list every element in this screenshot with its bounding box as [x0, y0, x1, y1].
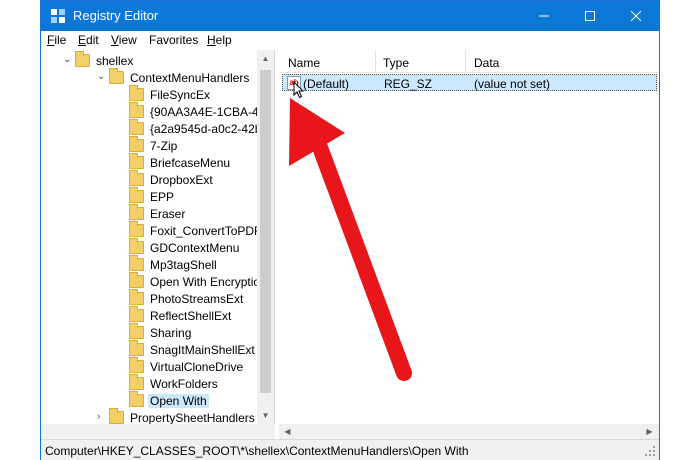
- menu-favorites[interactable]: Favorites: [149, 33, 198, 47]
- header-divider: [279, 72, 659, 73]
- menu-bar: File Edit View Favorites Help: [41, 31, 659, 50]
- tree-item[interactable]: Eraser: [129, 204, 187, 222]
- column-header-name[interactable]: Name: [288, 56, 320, 70]
- window-title: Registry Editor: [73, 8, 159, 23]
- value-data: (value not set): [474, 77, 551, 91]
- folder-icon: [129, 119, 144, 135]
- registry-key-tree: ⌄ shellex ⌄ ContextMenuHandlers FileSync…: [41, 50, 275, 424]
- folder-icon: [129, 289, 144, 305]
- list-horizontal-scrollbar[interactable]: ◀ ▶: [279, 424, 659, 439]
- scroll-left-arrow-icon[interactable]: ◀: [279, 423, 296, 440]
- tree-vertical-scrollbar[interactable]: ▲ ▼: [257, 50, 274, 424]
- tree-item[interactable]: VirtualCloneDrive: [129, 357, 245, 375]
- value-type: REG_SZ: [384, 77, 433, 91]
- scroll-up-arrow-icon[interactable]: ▲: [257, 50, 274, 67]
- collapsed-chevron-icon[interactable]: ›: [97, 412, 107, 422]
- tree-horizontal-scrollbar[interactable]: [41, 424, 275, 439]
- tree-item[interactable]: Mp3tagShell: [129, 255, 219, 273]
- tree-item[interactable]: {90AA3A4E-1CBA-423: [129, 102, 274, 120]
- tree-item[interactable]: WorkFolders: [129, 374, 220, 392]
- folder-icon: [129, 136, 144, 152]
- folder-icon: [129, 153, 144, 169]
- tree-item[interactable]: EPP: [129, 187, 176, 205]
- registry-editor-app-icon: [51, 9, 65, 23]
- folder-icon: [129, 272, 144, 288]
- folder-icon: [129, 170, 144, 186]
- tree-item-shellex[interactable]: ⌄ shellex: [63, 51, 135, 69]
- folder-icon: [129, 357, 144, 373]
- tree-item[interactable]: DropboxExt: [129, 170, 215, 188]
- menu-view[interactable]: View: [111, 33, 137, 47]
- column-header-data[interactable]: Data: [474, 56, 499, 70]
- minimize-icon: [539, 15, 549, 17]
- folder-icon: [109, 408, 124, 424]
- table-row[interactable]: ab (Default) REG_SZ (value not set): [282, 74, 657, 99]
- maximize-icon: [585, 11, 595, 21]
- status-bar: Computer\HKEY_CLASSES_ROOT\*\shellex\Con…: [41, 439, 659, 460]
- values-list: Name Type Data ab (Default) REG_SZ (valu…: [279, 50, 659, 424]
- maximize-button[interactable]: [567, 1, 613, 31]
- column-header-type[interactable]: Type: [383, 56, 409, 70]
- minimize-button[interactable]: [521, 1, 567, 31]
- close-icon: [631, 11, 641, 21]
- tree-item[interactable]: Foxit_ConvertToPDF_F: [129, 221, 274, 239]
- folder-icon: [129, 340, 144, 356]
- scrollbar-thumb[interactable]: [260, 70, 271, 393]
- tree-item[interactable]: Open With Encryption: [129, 272, 269, 290]
- tree-item[interactable]: 7-Zip: [129, 136, 179, 154]
- folder-icon: [129, 391, 144, 407]
- folder-icon: [75, 51, 90, 67]
- registry-editor-window: Registry Editor File Edit View Favorites…: [40, 0, 660, 460]
- registry-path: Computer\HKEY_CLASSES_ROOT\*\shellex\Con…: [45, 444, 469, 458]
- folder-icon: [129, 374, 144, 390]
- tree-item[interactable]: GDContextMenu: [129, 238, 241, 256]
- folder-icon: [129, 255, 144, 271]
- value-name: (Default): [303, 77, 350, 91]
- tree-item-contextmenuhandlers[interactable]: ⌄ ContextMenuHandlers: [97, 68, 251, 86]
- scroll-right-arrow-icon[interactable]: ▶: [641, 423, 658, 440]
- folder-icon: [129, 204, 144, 220]
- tree-item[interactable]: {a2a9545d-a0c2-42b4-: [129, 119, 274, 137]
- folder-icon: [109, 68, 124, 84]
- tree-item[interactable]: FileSyncEx: [129, 85, 212, 103]
- column-divider[interactable]: [465, 50, 466, 72]
- folder-icon: [129, 85, 144, 101]
- folder-icon: [129, 306, 144, 322]
- folder-icon: [129, 187, 144, 203]
- menu-edit[interactable]: Edit: [78, 33, 99, 47]
- close-button[interactable]: [613, 1, 659, 31]
- title-bar[interactable]: Registry Editor: [41, 1, 659, 31]
- tree-item[interactable]: Sharing: [129, 323, 193, 341]
- expanded-chevron-icon[interactable]: ⌄: [97, 72, 107, 82]
- tree-item-open-with-selected[interactable]: Open With: [129, 391, 209, 409]
- folder-icon: [129, 221, 144, 237]
- tree-item-propertysheethandlers[interactable]: › PropertySheetHandlers: [97, 408, 257, 424]
- menu-help[interactable]: Help: [207, 33, 232, 47]
- tree-item[interactable]: PhotoStreamsExt: [129, 289, 245, 307]
- column-divider[interactable]: [375, 50, 376, 72]
- folder-icon: [129, 323, 144, 339]
- tree-item[interactable]: ReflectShellExt: [129, 306, 233, 324]
- folder-icon: [129, 102, 144, 118]
- scroll-down-arrow-icon[interactable]: ▼: [257, 407, 274, 424]
- tree-item[interactable]: BriefcaseMenu: [129, 153, 232, 171]
- resize-grip-icon[interactable]: [645, 446, 656, 457]
- menu-file[interactable]: File: [47, 33, 66, 47]
- tree-item[interactable]: SnagItMainShellExt: [129, 340, 257, 358]
- folder-icon: [129, 238, 144, 254]
- expanded-chevron-icon[interactable]: ⌄: [63, 55, 73, 65]
